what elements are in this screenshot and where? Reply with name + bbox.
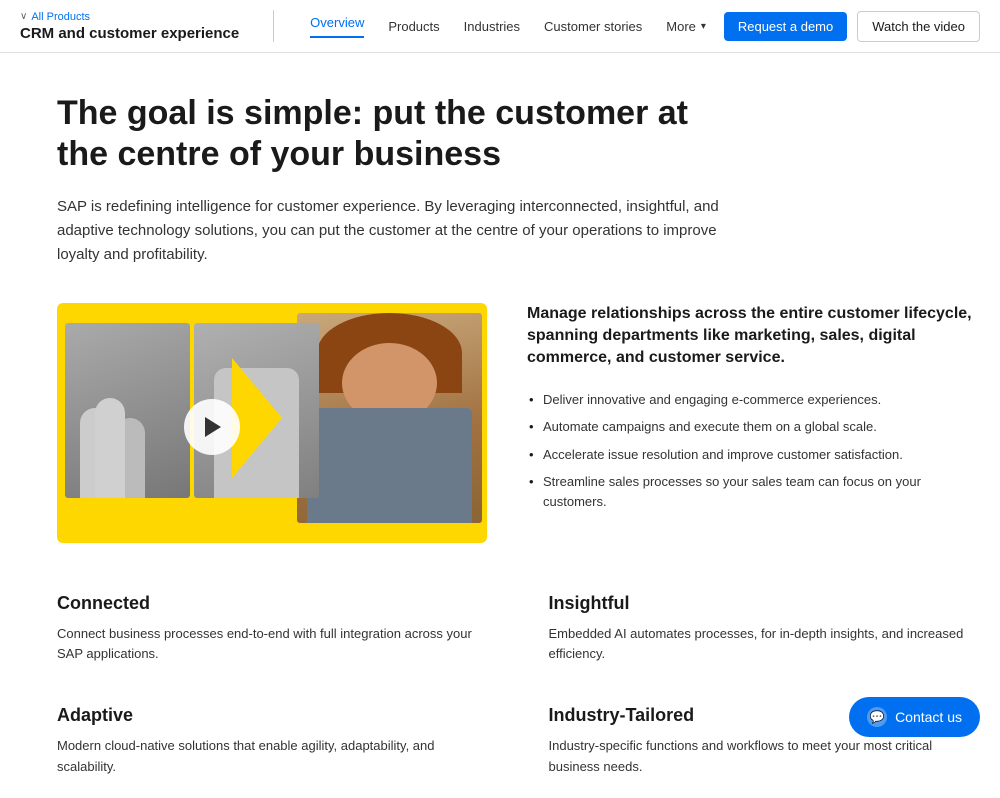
card-insightful: Insightful Embedded AI automates process… [549, 593, 981, 666]
watch-video-button[interactable]: Watch the video [857, 11, 980, 42]
hero-title: The goal is simple: put the customer at … [57, 93, 737, 175]
feature-item-2: Automate campaigns and execute them on a… [527, 413, 980, 441]
video-thumbnail[interactable] [57, 303, 487, 543]
hero-description: SAP is redefining intelligence for custo… [57, 195, 757, 267]
contact-label: Contact us [895, 709, 962, 725]
feature-item-3: Accelerate issue resolution and improve … [527, 441, 980, 469]
breadcrumb-chevron-icon: ∨ [20, 11, 27, 22]
person-jacket [307, 408, 472, 523]
nav-actions: Request a demo Watch the video [724, 11, 980, 42]
nav-divider [273, 10, 274, 42]
nav-links: Overview Products Industries Customer st… [310, 15, 706, 38]
video-person-image [297, 313, 482, 523]
yellow-triangle-icon [232, 358, 282, 478]
features-list: Deliver innovative and engaging e-commer… [527, 386, 980, 516]
breadcrumb-all-products-link[interactable]: All Products [31, 11, 90, 23]
more-chevron-icon: ▾ [701, 21, 706, 32]
contact-us-button[interactable]: 💬 Contact us [849, 697, 980, 737]
breadcrumb: ∨ All Products [20, 11, 239, 23]
nav-link-products[interactable]: Products [388, 19, 439, 34]
nav-link-more[interactable]: More ▾ [666, 19, 706, 34]
nav-link-industries[interactable]: Industries [464, 19, 520, 34]
card-connected-title: Connected [57, 593, 489, 614]
nav-left: ∨ All Products CRM and customer experien… [20, 11, 239, 42]
contact-chat-icon: 💬 [867, 707, 887, 727]
card-connected: Connected Connect business processes end… [57, 593, 489, 666]
play-button[interactable] [184, 399, 240, 455]
request-demo-button[interactable]: Request a demo [724, 12, 847, 41]
card-adaptive-title: Adaptive [57, 705, 489, 726]
product-title: CRM and customer experience [20, 25, 239, 42]
person-silhouette-3 [95, 398, 125, 498]
cards-grid: Connected Connect business processes end… [57, 593, 980, 778]
video-features-section: Manage relationships across the entire c… [57, 303, 980, 543]
card-adaptive: Adaptive Modern cloud-native solutions t… [57, 705, 489, 778]
card-insightful-title: Insightful [549, 593, 981, 614]
top-navigation: ∨ All Products CRM and customer experien… [0, 0, 1000, 53]
card-insightful-desc: Embedded AI automates processes, for in-… [549, 624, 981, 666]
feature-item-4: Streamline sales processes so your sales… [527, 468, 980, 515]
video-thumb-first [65, 323, 190, 498]
features-panel: Manage relationships across the entire c… [527, 303, 980, 516]
features-heading: Manage relationships across the entire c… [527, 303, 980, 370]
nav-center-area: Overview Products Industries Customer st… [257, 10, 706, 42]
card-connected-desc: Connect business processes end-to-end wi… [57, 624, 489, 666]
feature-item-1: Deliver innovative and engaging e-commer… [527, 386, 980, 414]
play-triangle-icon [205, 417, 221, 437]
main-content: The goal is simple: put the customer at … [0, 53, 1000, 798]
nav-link-overview[interactable]: Overview [310, 15, 364, 38]
nav-link-customer-stories[interactable]: Customer stories [544, 19, 642, 34]
